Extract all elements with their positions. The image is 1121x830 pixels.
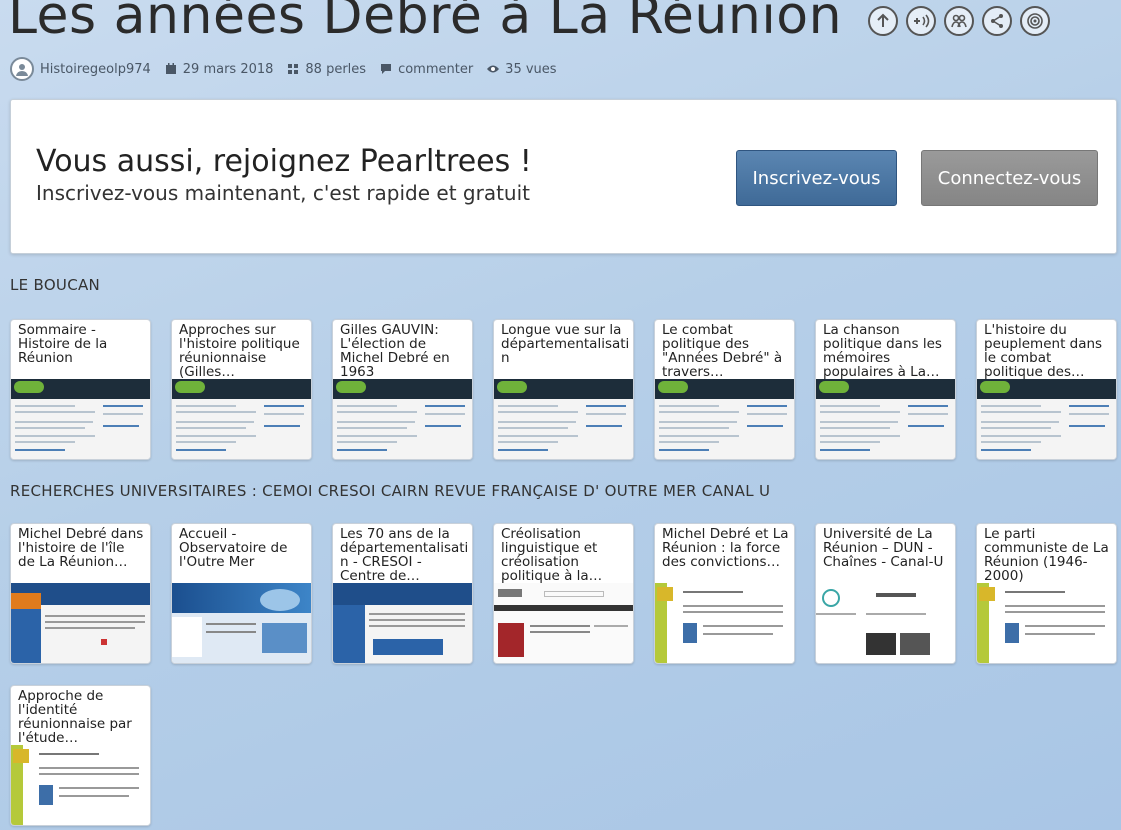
grid-icon bbox=[288, 64, 299, 74]
page-thumbnail bbox=[977, 583, 1116, 663]
login-button[interactable]: Connectez-vous bbox=[921, 150, 1098, 206]
arrow-up-icon[interactable] bbox=[868, 6, 899, 36]
join-banner: Vous aussi, rejoignez Pearltrees ! Inscr… bbox=[10, 99, 1117, 254]
page-thumbnail bbox=[816, 583, 955, 663]
pearl-card[interactable]: Le combat politique des "Années Debré" à… bbox=[654, 319, 795, 460]
pearl-card[interactable]: Longue vue sur la départementalisatio n bbox=[493, 319, 634, 460]
add-sound-icon[interactable] bbox=[906, 6, 937, 36]
pearl-title: La chanson politique dans les mémoires p… bbox=[823, 323, 942, 379]
page-thumbnail bbox=[977, 379, 1116, 459]
eye-icon bbox=[487, 65, 500, 73]
pearl-title: Le combat politique des "Années Debré" à… bbox=[662, 323, 783, 379]
pearl-count: 88 perles bbox=[287, 62, 366, 77]
pearl-title: Le parti communiste de La Réunion (1946-… bbox=[984, 527, 1109, 583]
avatar bbox=[10, 57, 34, 81]
view-count-text: 35 vues bbox=[505, 61, 557, 77]
pearl-title: Longue vue sur la départementalisatio n bbox=[501, 323, 628, 366]
pearl-card[interactable]: L'histoire du peuplement dans le combat … bbox=[976, 319, 1117, 460]
page-thumbnail bbox=[333, 583, 472, 663]
page-thumbnail bbox=[172, 583, 311, 663]
signup-button[interactable]: Inscrivez-vous bbox=[736, 150, 897, 206]
pearl-card[interactable]: Gilles GAUVIN: L'élection de Michel Debr… bbox=[332, 319, 473, 460]
comment-icon bbox=[381, 64, 392, 74]
view-count: 35 vues bbox=[487, 61, 557, 77]
pearl-card[interactable]: Michel Debré et La Réunion : la force de… bbox=[654, 523, 795, 664]
pearl-title: Approche de l'identité réunionnaise par … bbox=[18, 689, 132, 745]
pearl-card[interactable]: Accueil - Observatoire de l'Outre Mer bbox=[171, 523, 312, 664]
section-title[interactable]: LE BOUCAN bbox=[10, 276, 100, 294]
page-title: Les années Debré à La Réunion bbox=[8, 0, 843, 46]
date: 29 mars 2018 bbox=[165, 61, 274, 77]
comment-text: commenter bbox=[398, 61, 474, 77]
pearl-title: Sommaire - Histoire de la Réunion bbox=[18, 323, 108, 366]
join-title: Vous aussi, rejoignez Pearltrees ! bbox=[36, 144, 532, 179]
title-row: Les années Debré à La Réunion bbox=[8, 0, 1051, 46]
page-thumbnail bbox=[11, 583, 150, 663]
pearl-title: L'histoire du peuplement dans le combat … bbox=[984, 323, 1103, 379]
page-thumbnail bbox=[494, 379, 633, 459]
pearl-card[interactable]: Sommaire - Histoire de la Réunion bbox=[10, 319, 151, 460]
page-thumbnail bbox=[333, 379, 472, 459]
pearl-title: Approches sur l'histoire politique réuni… bbox=[179, 323, 300, 379]
pearl-title: Université de La Réunion – DUN - Chaînes… bbox=[823, 527, 944, 570]
pearl-title: Gilles GAUVIN: L'élection de Michel Debr… bbox=[340, 323, 450, 379]
pearl-title: Michel Debré et La Réunion : la force de… bbox=[662, 527, 789, 570]
pearl-card[interactable]: Approche de l'identité réunionnaise par … bbox=[10, 685, 151, 826]
page-thumbnail bbox=[655, 379, 794, 459]
pearl-card[interactable]: Approches sur l'histoire politique réuni… bbox=[171, 319, 312, 460]
page-thumbnail bbox=[494, 583, 633, 663]
pearl-title: Les 70 ans de la départementalisatio n -… bbox=[340, 527, 467, 583]
page-thumbnail bbox=[655, 583, 794, 663]
pearl-card[interactable]: Les 70 ans de la départementalisatio n -… bbox=[332, 523, 473, 664]
target-icon[interactable] bbox=[1020, 6, 1051, 36]
page-thumbnail bbox=[11, 379, 150, 459]
date-text: 29 mars 2018 bbox=[182, 61, 274, 77]
page-thumbnail bbox=[816, 379, 955, 459]
share-icon[interactable] bbox=[982, 6, 1013, 36]
pearl-title: Accueil - Observatoire de l'Outre Mer bbox=[179, 527, 288, 570]
comment-link[interactable]: commenter bbox=[380, 62, 473, 77]
pearl-card[interactable]: Le parti communiste de La Réunion (1946-… bbox=[976, 523, 1117, 664]
page-thumbnail bbox=[172, 379, 311, 459]
pearl-title: Créolisation linguistique et créolisatio… bbox=[501, 527, 603, 583]
join-subtitle: Inscrivez-vous maintenant, c'est rapide … bbox=[36, 181, 530, 205]
pearl-card[interactable]: La chanson politique dans les mémoires p… bbox=[815, 319, 956, 460]
meta-row: Histoiregeolp974 29 mars 2018 88 perles … bbox=[10, 57, 557, 81]
page-thumbnail bbox=[11, 745, 150, 825]
pearl-card[interactable]: Michel Debré dans l'histoire de l'île de… bbox=[10, 523, 151, 664]
calendar-icon bbox=[165, 63, 176, 74]
pearl-card[interactable]: Créolisation linguistique et créolisatio… bbox=[493, 523, 634, 664]
title-actions bbox=[868, 6, 1051, 36]
author-name: Histoiregeolp974 bbox=[40, 61, 151, 77]
author[interactable]: Histoiregeolp974 bbox=[10, 57, 151, 81]
pearl-card[interactable]: Université de La Réunion – DUN - Chaînes… bbox=[815, 523, 956, 664]
section-title[interactable]: RECHERCHES UNIVERSITAIRES : CEMOI CRESOI… bbox=[10, 482, 770, 500]
team-icon[interactable] bbox=[944, 6, 975, 36]
pearl-count-text: 88 perles bbox=[305, 61, 367, 77]
pearl-title: Michel Debré dans l'histoire de l'île de… bbox=[18, 527, 144, 570]
